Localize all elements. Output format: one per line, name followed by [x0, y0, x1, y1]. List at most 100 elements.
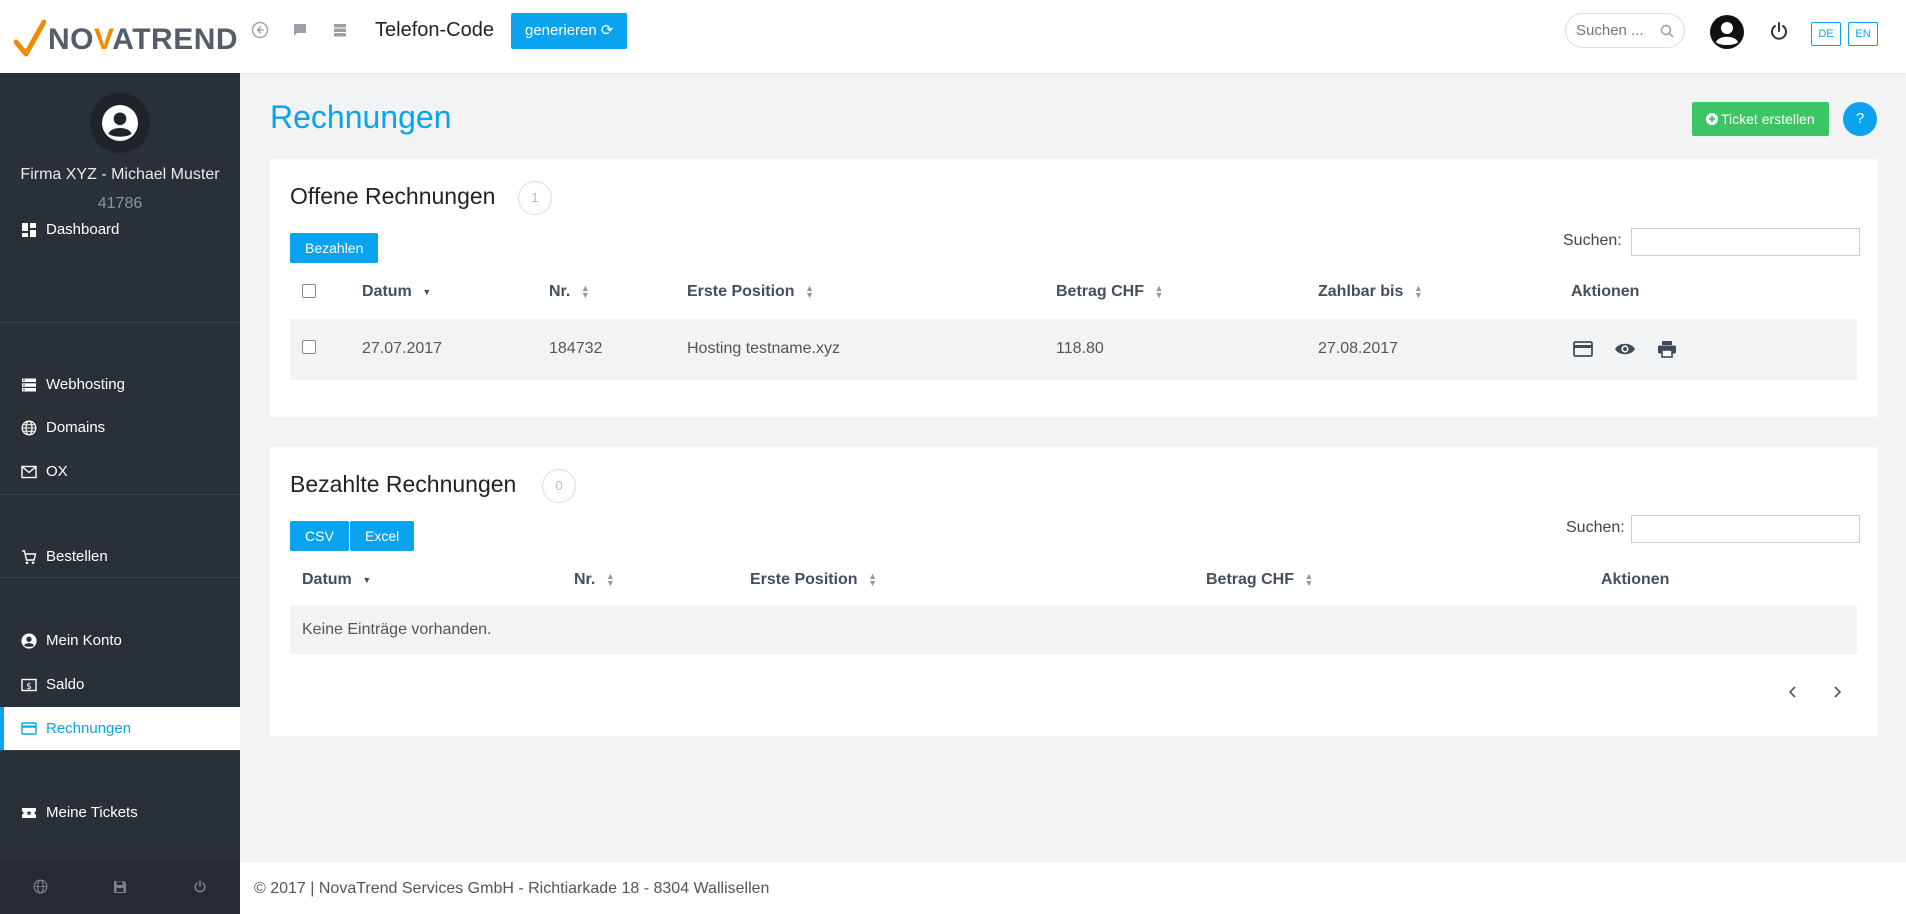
- sort-icon: ▲ ▼: [1304, 571, 1314, 588]
- pagination-prev-button[interactable]: [1788, 684, 1798, 703]
- column-header-label: Nr.: [574, 571, 596, 588]
- svg-text:$: $: [26, 682, 32, 692]
- sidebar-item-mein-konto[interactable]: Mein Konto: [0, 619, 240, 662]
- column-header-label: Datum: [362, 283, 412, 300]
- logo-check-icon: [14, 19, 46, 57]
- sort-icon: ▲ ▼: [580, 283, 590, 300]
- globe-icon: [20, 419, 38, 437]
- sort-icon: ▲ ▼: [1154, 283, 1164, 300]
- dashboard-icon: [20, 221, 38, 239]
- column-header-datum[interactable]: Datum ▼: [302, 571, 372, 589]
- column-header-erste-position[interactable]: Erste Position ▲ ▼: [750, 571, 878, 589]
- cart-icon: [20, 548, 38, 566]
- global-search-input[interactable]: Suchen ...: [1565, 13, 1685, 48]
- cell-nr: 184732: [549, 340, 603, 357]
- paid-invoices-search-input[interactable]: [1631, 515, 1860, 543]
- power-icon[interactable]: [1769, 20, 1789, 42]
- sidebar-item-dashboard[interactable]: Dashboard: [0, 208, 240, 251]
- sidebar-divider: [0, 750, 240, 751]
- paid-invoices-count-badge: 0: [542, 469, 576, 503]
- sort-desc-icon: ▼: [422, 286, 432, 297]
- column-header-betrag[interactable]: Betrag CHF ▲ ▼: [1206, 571, 1314, 589]
- page-title: Rechnungen: [270, 99, 452, 135]
- create-ticket-button[interactable]: Ticket erstellen: [1692, 102, 1829, 136]
- open-invoices-card: Offene Rechnungen 1 Bezahlen Suchen: Dat…: [270, 159, 1877, 417]
- sidebar-item-rechnungen[interactable]: Rechnungen: [0, 707, 240, 750]
- search-icon: [1660, 24, 1674, 37]
- open-invoices-search-label: Suchen:: [1563, 232, 1622, 249]
- logo[interactable]: NOVATREND: [14, 14, 238, 60]
- top-icon-group: [250, 20, 350, 40]
- column-header-nr[interactable]: Nr. ▲ ▼: [574, 571, 615, 589]
- column-header-erste-position[interactable]: Erste Position ▲ ▼: [687, 283, 815, 301]
- excel-button[interactable]: Excel: [350, 521, 415, 551]
- sidebar-item-bestellen[interactable]: Bestellen: [0, 535, 240, 578]
- cell-erste-position: Hosting testname.xyz: [687, 340, 840, 357]
- sidebar-footer: [0, 859, 240, 914]
- create-ticket-label: Ticket erstellen: [1721, 111, 1815, 127]
- column-header-nr[interactable]: Nr. ▲ ▼: [549, 283, 590, 301]
- chat-icon[interactable]: [290, 20, 310, 40]
- pagination-next-button[interactable]: [1832, 684, 1842, 703]
- column-header-aktionen: Aktionen: [1601, 571, 1669, 589]
- sidebar-item-label: Bestellen: [46, 548, 108, 565]
- money-icon: $: [20, 676, 38, 694]
- paid-invoices-search-label: Suchen:: [1566, 519, 1625, 536]
- generate-button[interactable]: generieren ⟳: [511, 13, 628, 49]
- paid-invoices-card: Bezahlte Rechnungen 0 CSV Excel Suchen: …: [270, 447, 1877, 736]
- empty-row: [290, 605, 1857, 654]
- column-header-datum[interactable]: Datum ▼: [362, 283, 432, 301]
- lang-de-button[interactable]: DE: [1811, 22, 1841, 46]
- cell-datum: 27.07.2017: [362, 340, 443, 357]
- empty-table-text: Keine Einträge vorhanden.: [302, 621, 492, 638]
- back-circle-icon[interactable]: [250, 20, 270, 40]
- row-checkbox[interactable]: [302, 340, 316, 354]
- sort-desc-icon: ▼: [362, 574, 372, 585]
- csv-button[interactable]: CSV: [290, 521, 349, 551]
- user-avatar-icon[interactable]: [1709, 14, 1745, 50]
- sidebar-item-label: Meine Tickets: [46, 804, 138, 821]
- help-button[interactable]: ?: [1843, 102, 1877, 136]
- sidebar-item-webhosting[interactable]: Webhosting: [0, 363, 240, 406]
- column-header-label: Betrag CHF: [1056, 283, 1145, 300]
- sidebar-item-ox[interactable]: OX: [0, 450, 240, 493]
- account-circle-icon: [20, 632, 38, 650]
- plus-circle-icon: [1706, 113, 1718, 125]
- cell-zahlbar-bis: 27.08.2017: [1318, 340, 1399, 357]
- column-header-betrag[interactable]: Betrag CHF ▲ ▼: [1056, 283, 1164, 301]
- credit-card-icon: [20, 720, 38, 738]
- pay-card-icon[interactable]: [1571, 337, 1595, 361]
- open-invoices-search-input[interactable]: [1631, 228, 1860, 256]
- sidebar-item-saldo[interactable]: $ Saldo: [0, 663, 240, 706]
- logo-text: NOVATREND: [48, 20, 238, 60]
- server-icon[interactable]: [330, 20, 350, 40]
- server-icon: [20, 376, 38, 394]
- sidebar-item-label: Saldo: [46, 676, 85, 693]
- column-header-label: Datum: [302, 571, 352, 588]
- user-circle-icon: [102, 105, 138, 141]
- chevron-left-icon: [1788, 686, 1796, 698]
- select-all-checkbox[interactable]: [302, 284, 316, 298]
- globe-icon[interactable]: [32, 879, 48, 895]
- column-header-label: Zahlbar bis: [1318, 283, 1404, 300]
- global-search-placeholder: Suchen ...: [1576, 22, 1644, 39]
- paid-invoices-title: Bezahlte Rechnungen: [290, 471, 517, 497]
- mail-icon: [20, 463, 38, 481]
- sidebar-item-meine-tickets[interactable]: Meine Tickets: [0, 791, 240, 834]
- view-eye-icon[interactable]: [1613, 337, 1637, 361]
- sidebar-item-domains[interactable]: Domains: [0, 406, 240, 449]
- column-header-label: Aktionen: [1571, 283, 1640, 300]
- save-icon[interactable]: [112, 879, 128, 895]
- footer-text: © 2017 | NovaTrend Services GmbH - Richt…: [254, 880, 770, 897]
- lang-en-button[interactable]: EN: [1848, 22, 1878, 46]
- sidebar-item-label: Domains: [46, 419, 106, 436]
- column-header-label: Betrag CHF: [1206, 571, 1295, 588]
- print-icon[interactable]: [1655, 337, 1679, 361]
- column-header-zahlbar-bis[interactable]: Zahlbar bis ▲ ▼: [1318, 283, 1423, 301]
- column-header-aktionen: Aktionen: [1571, 283, 1639, 301]
- sidebar-divider: [0, 322, 240, 323]
- sidebar-divider: [0, 577, 240, 578]
- pay-button[interactable]: Bezahlen: [290, 233, 379, 263]
- column-header-label: Nr.: [549, 283, 571, 300]
- power-icon[interactable]: [192, 879, 208, 895]
